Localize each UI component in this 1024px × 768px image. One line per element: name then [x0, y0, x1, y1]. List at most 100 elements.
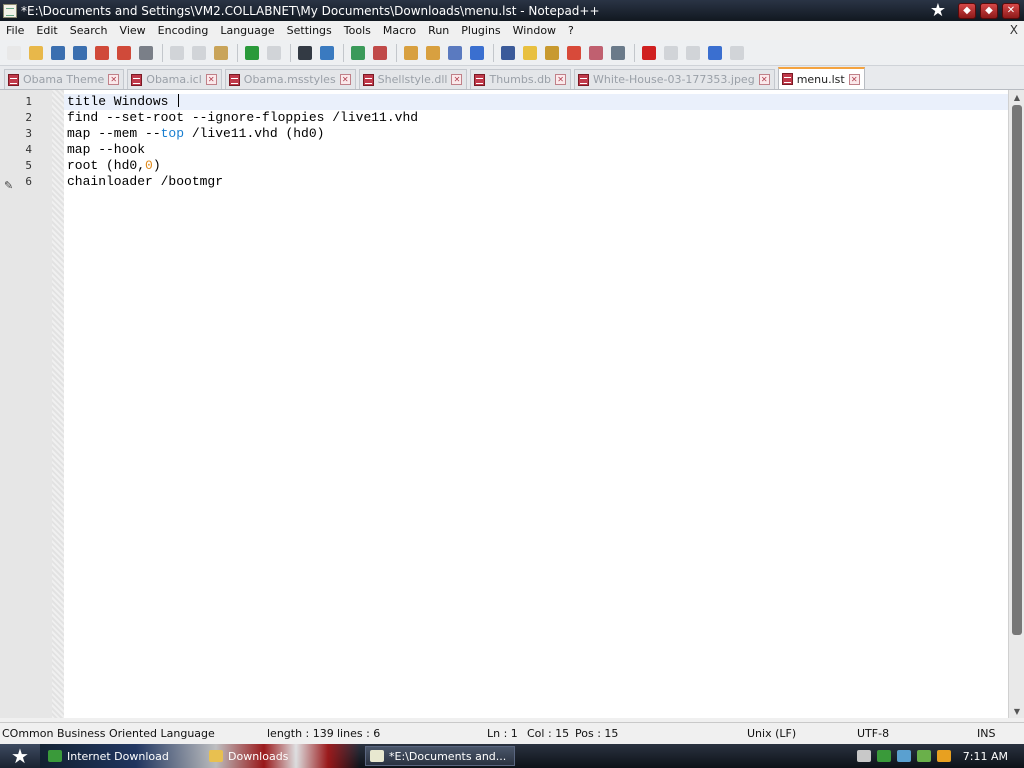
run-macro-multiple-icon[interactable]	[705, 43, 724, 62]
scroll-up-icon[interactable]: ▲	[1009, 90, 1024, 104]
menu-tools[interactable]: Tools	[338, 21, 377, 40]
status-eol-format[interactable]: Unix (LF)	[747, 727, 796, 740]
close-icon[interactable]	[92, 43, 111, 62]
menu-encoding[interactable]: Encoding	[152, 21, 215, 40]
text-caret	[178, 94, 180, 107]
file-icon	[362, 73, 374, 86]
menu-language[interactable]: Language	[214, 21, 280, 40]
indent-guide-icon[interactable]	[498, 43, 517, 62]
menu-search[interactable]: Search	[64, 21, 114, 40]
menu-run[interactable]: Run	[422, 21, 455, 40]
code-line[interactable]: map --hook	[67, 142, 145, 158]
tab-white-house-03-177353-jpeg[interactable]: White-House-03-177353.jpeg ✕	[574, 69, 775, 89]
doc-map-icon[interactable]	[564, 43, 583, 62]
menu-edit[interactable]: Edit	[30, 21, 63, 40]
editor-area[interactable]: 123456 ✎ title Windows find --set-root -…	[0, 90, 1024, 718]
window-controls: ★ ◆ ◆ ✕	[930, 0, 1024, 21]
save-all-icon[interactable]	[70, 43, 89, 62]
number-token: 0	[145, 158, 153, 173]
file-icon	[131, 73, 143, 86]
tab-close-icon[interactable]: ✕	[848, 73, 860, 85]
maximize-button[interactable]: ◆	[980, 2, 998, 19]
text-token: chainloader /bootmgr	[67, 174, 224, 189]
menu-window[interactable]: Window	[507, 21, 562, 40]
tab-menu-lst[interactable]: menu.lst ✕	[777, 67, 865, 89]
window-title: *E:\Documents and Settings\VM2.COLLABNET…	[21, 3, 600, 18]
save-macro-icon	[727, 43, 746, 62]
vertical-scrollbar[interactable]: ▲ ▼	[1008, 90, 1024, 718]
undo-icon[interactable]	[242, 43, 261, 62]
user-language-icon[interactable]	[520, 43, 539, 62]
menu-file[interactable]: File	[0, 21, 30, 40]
taskbar-item-notepad[interactable]: *E:\Documents and...	[365, 746, 515, 766]
update-icon[interactable]	[916, 750, 931, 762]
sync-vertical-icon[interactable]	[401, 43, 420, 62]
tab-shellstyle-dll[interactable]: Shellstyle.dll ✕	[358, 69, 468, 89]
status-encoding[interactable]: UTF-8	[857, 727, 889, 740]
toolbar-separator	[343, 43, 344, 62]
tab-close-icon[interactable]: ✕	[555, 74, 567, 85]
zoom-in-icon[interactable]	[348, 43, 367, 62]
tab-label: Obama.icl	[146, 73, 202, 86]
toolbar-separator	[493, 43, 494, 62]
taskbar-item-label: Downloads	[228, 749, 289, 763]
play-macro-icon	[683, 43, 702, 62]
copy-icon	[189, 43, 208, 62]
text-token: map --hook	[67, 142, 146, 157]
save-icon[interactable]	[48, 43, 67, 62]
word-wrap-icon[interactable]	[445, 43, 464, 62]
code-line[interactable]: chainloader /bootmgr	[67, 174, 223, 190]
taskbar-item-internet-download[interactable]: Internet Download	[44, 746, 194, 766]
open-file-icon[interactable]	[26, 43, 45, 62]
tab-obama-icl[interactable]: Obama.icl ✕	[127, 69, 222, 89]
zoom-out-icon[interactable]	[370, 43, 389, 62]
keyboard-icon[interactable]	[856, 750, 871, 762]
menu-macro[interactable]: Macro	[377, 21, 422, 40]
close-window-button[interactable]: ✕	[1002, 2, 1020, 19]
tab-close-icon[interactable]: ✕	[339, 74, 351, 85]
scroll-thumb[interactable]	[1012, 105, 1022, 635]
menu-help[interactable]: ?	[562, 21, 580, 40]
record-macro-icon[interactable]	[639, 43, 658, 62]
start-button[interactable]: ★	[0, 744, 40, 768]
print-icon[interactable]	[136, 43, 155, 62]
code-line[interactable]: root (hd0,0)	[67, 158, 161, 174]
taskbar-item-downloads[interactable]: Downloads	[205, 746, 355, 766]
close-all-icon[interactable]	[114, 43, 133, 62]
show-all-chars-icon[interactable]	[467, 43, 486, 62]
network-icon[interactable]	[876, 750, 891, 762]
document-tabs: Obama Theme ✕ Obama.icl ✕ Obama.msstyles ✕ She…	[0, 66, 1024, 90]
redo-icon	[264, 43, 283, 62]
tab-obama-msstyles[interactable]: Obama.msstyles ✕	[224, 69, 356, 89]
clock[interactable]: 7:11 AM	[963, 750, 1008, 763]
globe-icon[interactable]	[896, 750, 911, 762]
code-line[interactable]: title Windows	[67, 94, 180, 110]
tab-close-icon[interactable]: ✕	[205, 74, 217, 85]
search-icon[interactable]	[936, 750, 951, 762]
minimize-button[interactable]: ◆	[958, 2, 976, 19]
replace-icon[interactable]	[317, 43, 336, 62]
new-file-icon[interactable]	[4, 43, 23, 62]
status-language: COmmon Business Oriented Language	[2, 727, 215, 740]
sync-horizontal-icon[interactable]	[423, 43, 442, 62]
code-line[interactable]: map --mem --top /live11.vhd (hd0)	[67, 126, 324, 142]
tab-close-icon[interactable]: ✕	[758, 74, 770, 85]
tab-thumbs-db[interactable]: Thumbs.db ✕	[470, 69, 572, 89]
paste-icon[interactable]	[211, 43, 230, 62]
fold-margin[interactable]	[52, 90, 64, 718]
status-insert-mode[interactable]: INS	[977, 727, 995, 740]
function-list-icon[interactable]	[542, 43, 561, 62]
folder-workspace-icon[interactable]	[586, 43, 605, 62]
scroll-down-icon[interactable]: ▼	[1009, 704, 1024, 718]
monitor-icon[interactable]	[608, 43, 627, 62]
tab-close-icon[interactable]: ✕	[451, 74, 463, 85]
menu-settings[interactable]: Settings	[281, 21, 338, 40]
find-icon[interactable]	[295, 43, 314, 62]
code-line[interactable]: find --set-root --ignore-floppies /live1…	[67, 110, 418, 126]
tab-close-icon[interactable]: ✕	[108, 74, 120, 85]
text-token: map --mem --	[67, 126, 161, 141]
close-document-button[interactable]: X	[1010, 21, 1018, 40]
tab-obama-theme[interactable]: Obama Theme ✕	[4, 69, 125, 89]
menu-view[interactable]: View	[114, 21, 152, 40]
menu-plugins[interactable]: Plugins	[455, 21, 506, 40]
